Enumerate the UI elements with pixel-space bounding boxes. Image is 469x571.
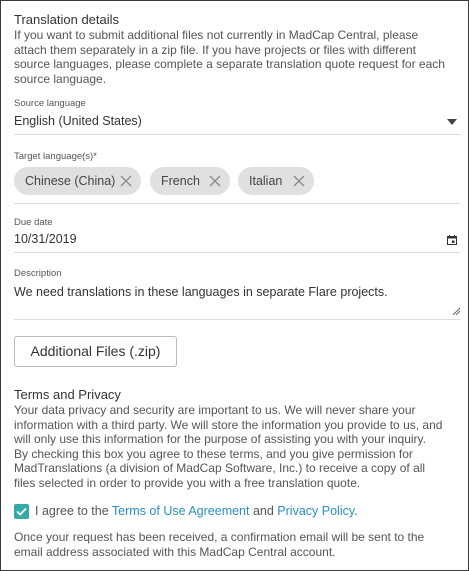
dropdown-arrow-icon — [447, 119, 457, 125]
due-date-underline — [14, 252, 461, 253]
additional-files-button[interactable]: Additional Files (.zip) — [14, 336, 177, 367]
terms-line: MadTranslations (a division of MadCap So… — [14, 461, 426, 476]
calendar-icon[interactable] — [447, 235, 457, 245]
terms-line: information with a third party. We will … — [14, 417, 443, 432]
confirmation-text: Once your request has been received, a c… — [14, 530, 466, 559]
agree-checkbox[interactable] — [14, 504, 29, 519]
target-language-chip: Chinese (China) — [14, 167, 141, 195]
target-languages-label: Target language(s)* — [14, 151, 97, 162]
chip-remove-icon[interactable] — [293, 175, 305, 187]
chip-label: French — [161, 174, 200, 188]
privacy-policy-link[interactable]: Privacy Policy — [277, 504, 354, 518]
description-underline — [14, 319, 461, 320]
target-language-chip: French — [150, 167, 230, 195]
description-label: Description — [14, 268, 62, 279]
translation-details-line: source languages, please complete a sepa… — [14, 57, 445, 72]
terms-line: Your data privacy and security are impor… — [14, 403, 416, 417]
translation-details-line: If you want to submit additional files n… — [14, 28, 419, 42]
agreement-prefix: I agree to the — [35, 504, 112, 518]
source-language-value: English (United States) — [14, 114, 142, 128]
chip-remove-icon[interactable] — [209, 175, 221, 187]
agreement-suffix: . — [354, 504, 358, 518]
agreement-middle: and — [249, 504, 278, 518]
translation-quote-form: Translation details If you want to submi… — [0, 0, 469, 571]
terms-title: Terms and Privacy — [14, 387, 121, 402]
translation-details-title: Translation details — [14, 12, 120, 27]
source-language-select[interactable]: English (United States) — [14, 112, 461, 134]
terms-line: will only use this information for the p… — [14, 432, 426, 447]
description-textarea[interactable]: We need translations in these languages … — [14, 283, 461, 317]
source-language-underline — [14, 134, 461, 135]
terms-text: Your data privacy and security are impor… — [14, 403, 466, 491]
checkmark-icon — [16, 507, 27, 516]
confirmation-line: Once your request has been received, a c… — [14, 530, 425, 544]
target-language-chip: Italian — [238, 167, 314, 195]
terms-line: By checking this box you agree to these … — [14, 446, 413, 461]
confirmation-line: email address associated with this MadCa… — [14, 544, 336, 559]
terms-of-use-link[interactable]: Terms of Use Agreement — [112, 504, 250, 518]
due-date-input[interactable]: 10/31/2019 — [14, 230, 461, 251]
due-date-label: Due date — [14, 217, 53, 228]
agreement-text: I agree to the Terms of Use Agreement an… — [35, 504, 358, 519]
chip-label: Italian — [249, 174, 283, 188]
translation-details-line: attach them separately in a zip file. If… — [14, 42, 416, 57]
due-date-value: 10/31/2019 — [14, 232, 77, 246]
resize-handle-icon[interactable] — [452, 307, 460, 315]
chip-remove-icon[interactable] — [120, 175, 132, 187]
source-language-label: Source language — [14, 98, 86, 109]
translation-details-line: source language. — [14, 71, 107, 86]
chip-label: Chinese (China) — [25, 174, 116, 188]
terms-line: files selected in order to provide you w… — [14, 475, 361, 490]
target-languages-underline — [14, 203, 461, 204]
translation-details-text: If you want to submit additional files n… — [14, 28, 464, 86]
description-value: We need translations in these languages … — [14, 285, 388, 299]
